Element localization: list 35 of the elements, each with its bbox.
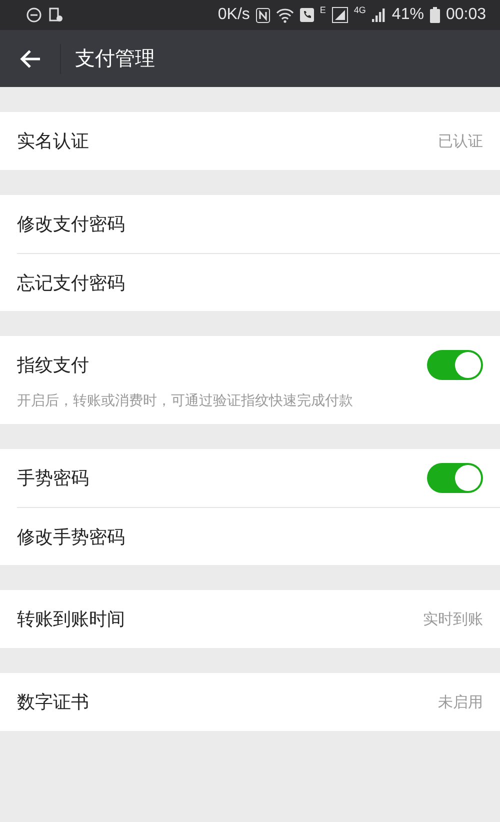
network-label: 4G (354, 5, 366, 15)
network-speed: 0K/s (218, 6, 250, 24)
row-value: 实时到账 (423, 610, 483, 628)
battery-level: 41% (392, 6, 424, 24)
settings-row[interactable]: 转账到账时间 实时到账 (17, 590, 500, 648)
row-label: 指纹支付 (17, 354, 89, 377)
settings-row[interactable]: 实名认证 已认证 (17, 112, 500, 170)
settings-row[interactable]: 修改手势密码 (17, 507, 500, 565)
row-value: 已认证 (438, 132, 483, 150)
row-label: 手势密码 (17, 467, 89, 490)
settings-row[interactable]: 忘记支付密码 (17, 253, 500, 311)
row-label: 修改支付密码 (17, 213, 125, 236)
row-label: 忘记支付密码 (17, 272, 125, 294)
wifi-icon (276, 8, 294, 22)
settings-row[interactable]: 修改支付密码 (17, 195, 500, 253)
battery-icon (430, 7, 440, 23)
settings-row[interactable]: 数字证书 未启用 (17, 673, 500, 731)
nfc-icon (256, 8, 270, 22)
do-not-disturb-icon (26, 7, 42, 23)
signal-icon (372, 8, 386, 22)
clock: 00:03 (446, 6, 486, 24)
page-title: 支付管理 (75, 45, 155, 72)
row-label: 修改手势密码 (17, 526, 125, 548)
row-description: 开启后，转账或消费时，可通过验证指纹快速完成付款 (17, 392, 354, 410)
row-label: 实名认证 (17, 130, 89, 153)
row-value: 未启用 (438, 692, 483, 712)
row-label: 转账到账时间 (17, 608, 125, 631)
toggle-switch[interactable] (427, 350, 483, 380)
network-label: E (320, 5, 326, 15)
toggle-switch[interactable] (427, 463, 483, 493)
phone-icon (300, 8, 314, 22)
device-settings-icon (48, 7, 64, 23)
back-arrow-icon (19, 48, 41, 68)
signal-icon (332, 7, 348, 23)
row-label: 数字证书 (17, 691, 89, 714)
